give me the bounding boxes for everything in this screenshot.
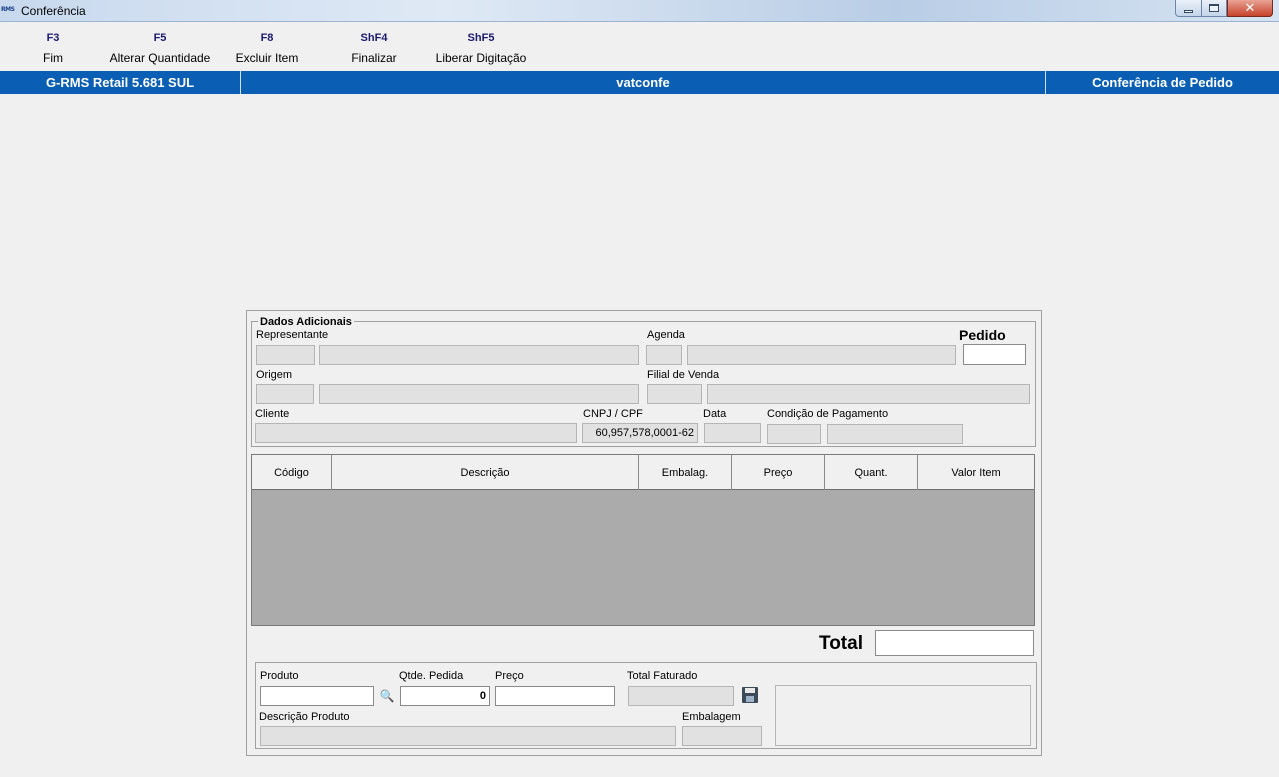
column-header-descricao[interactable]: Descrição	[332, 455, 639, 490]
fkey-code: ShF5	[467, 32, 495, 44]
window-title: Conferência	[21, 4, 86, 18]
preco-label: Preço	[495, 670, 524, 682]
cnpj-cpf-field[interactable]: 60,957,578,0001-62	[582, 423, 698, 443]
fkey-liberar-digitacao[interactable]: ShF5 Liberar Digitação	[432, 32, 530, 65]
condicao-pagamento-label: Condição de Pagamento	[767, 408, 889, 420]
fkey-label: Excluir Item	[235, 51, 299, 65]
fkey-code: F5	[153, 32, 167, 44]
condicao-desc-field[interactable]	[827, 424, 963, 444]
restore-icon	[1209, 4, 1219, 12]
group-title: Dados Adicionais	[258, 316, 354, 328]
fkey-label: Finalizar	[351, 51, 397, 65]
representante-label: Representante	[256, 329, 329, 341]
agenda-code-field[interactable]	[646, 345, 682, 365]
window-title-bar[interactable]: RMS Conferência ✕	[0, 0, 1279, 22]
total-faturado-field[interactable]	[628, 686, 734, 706]
fkey-label: Alterar Quantidade	[109, 51, 211, 65]
save-button[interactable]	[740, 685, 760, 705]
filial-desc-field[interactable]	[707, 384, 1030, 404]
fkey-label: Fim	[43, 51, 63, 65]
embalagem-field[interactable]	[682, 726, 762, 746]
status-bar: G-RMS Retail 5.681 SUL vatconfe Conferên…	[0, 71, 1279, 94]
close-button[interactable]: ✕	[1227, 0, 1273, 17]
total-field[interactable]	[875, 630, 1034, 656]
minimize-button[interactable]	[1175, 0, 1202, 17]
total-faturado-label: Total Faturado	[627, 670, 698, 682]
representante-name-field[interactable]	[319, 345, 639, 365]
cliente-label: Cliente	[255, 408, 290, 420]
embalagem-label: Embalagem	[682, 711, 741, 723]
cliente-field[interactable]	[255, 423, 577, 443]
data-label: Data	[703, 408, 727, 420]
filial-code-field[interactable]	[647, 384, 702, 404]
minimize-icon	[1184, 9, 1193, 13]
origem-code-field[interactable]	[256, 384, 314, 404]
screen-name: Conferência de Pedido	[1092, 75, 1233, 90]
data-field[interactable]	[704, 423, 761, 443]
dados-adicionais-group: Dados Adicionais Representante Agenda Pe…	[251, 316, 1036, 447]
column-header-quantidade[interactable]: Quant.	[825, 455, 918, 490]
representante-code-field[interactable]	[256, 345, 315, 365]
fkey-label: Liberar Digitação	[435, 51, 527, 65]
column-header-preco[interactable]: Preço	[732, 455, 825, 490]
agenda-desc-field[interactable]	[687, 345, 956, 365]
floppy-disk-icon	[742, 687, 758, 703]
produto-input[interactable]	[260, 686, 374, 706]
descricao-produto-field[interactable]	[260, 726, 676, 746]
origem-desc-field[interactable]	[319, 384, 639, 404]
message-area	[775, 685, 1031, 746]
condicao-code-field[interactable]	[767, 424, 821, 444]
conferencia-panel: Dados Adicionais Representante Agenda Pe…	[246, 310, 1042, 756]
fkey-fim[interactable]: F3 Fim	[33, 32, 73, 65]
app-logo-icon: RMS	[1, 6, 15, 13]
produto-label: Produto	[260, 670, 299, 682]
restore-button[interactable]	[1202, 0, 1227, 17]
cnpj-cpf-label: CNPJ / CPF	[583, 408, 643, 420]
binoculars-icon: 🔍	[379, 689, 395, 703]
fkey-code: F8	[260, 32, 274, 44]
fkey-code: F3	[46, 32, 60, 44]
search-product-button[interactable]: 🔍	[377, 686, 397, 706]
column-header-valor-item[interactable]: Valor Item	[918, 455, 1034, 490]
column-header-codigo[interactable]: Código	[252, 455, 332, 490]
descricao-produto-label: Descrição Produto	[259, 711, 350, 723]
origem-label: Origem	[256, 369, 293, 381]
qtde-pedida-input[interactable]: 0	[400, 686, 490, 706]
close-icon: ✕	[1244, 0, 1256, 16]
fkey-excluir-item[interactable]: F8 Excluir Item	[232, 32, 302, 65]
pedido-input[interactable]	[963, 344, 1026, 365]
product-entry-group: Produto 🔍 Qtde. Pedida 0 Preço Total Fat…	[255, 662, 1037, 749]
preco-input[interactable]	[495, 686, 615, 706]
qtde-pedida-label: Qtde. Pedida	[399, 670, 464, 682]
app-version: G-RMS Retail 5.681 SUL	[45, 75, 195, 90]
filial-venda-label: Filial de Venda	[647, 369, 720, 381]
pedido-label: Pedido	[959, 327, 1006, 343]
fkey-code: ShF4	[360, 32, 388, 44]
fkey-alterar-quantidade[interactable]: F5 Alterar Quantidade	[105, 32, 215, 65]
program-name: vatconfe	[616, 75, 670, 90]
grid-header: Código Descrição Embalag. Preço Quant. V…	[252, 455, 1034, 490]
agenda-label: Agenda	[647, 329, 685, 341]
items-grid[interactable]: Código Descrição Embalag. Preço Quant. V…	[251, 454, 1035, 626]
total-label: Total	[819, 633, 863, 654]
column-header-embalagem[interactable]: Embalag.	[639, 455, 732, 490]
fkey-finalizar[interactable]: ShF4 Finalizar	[344, 32, 404, 65]
